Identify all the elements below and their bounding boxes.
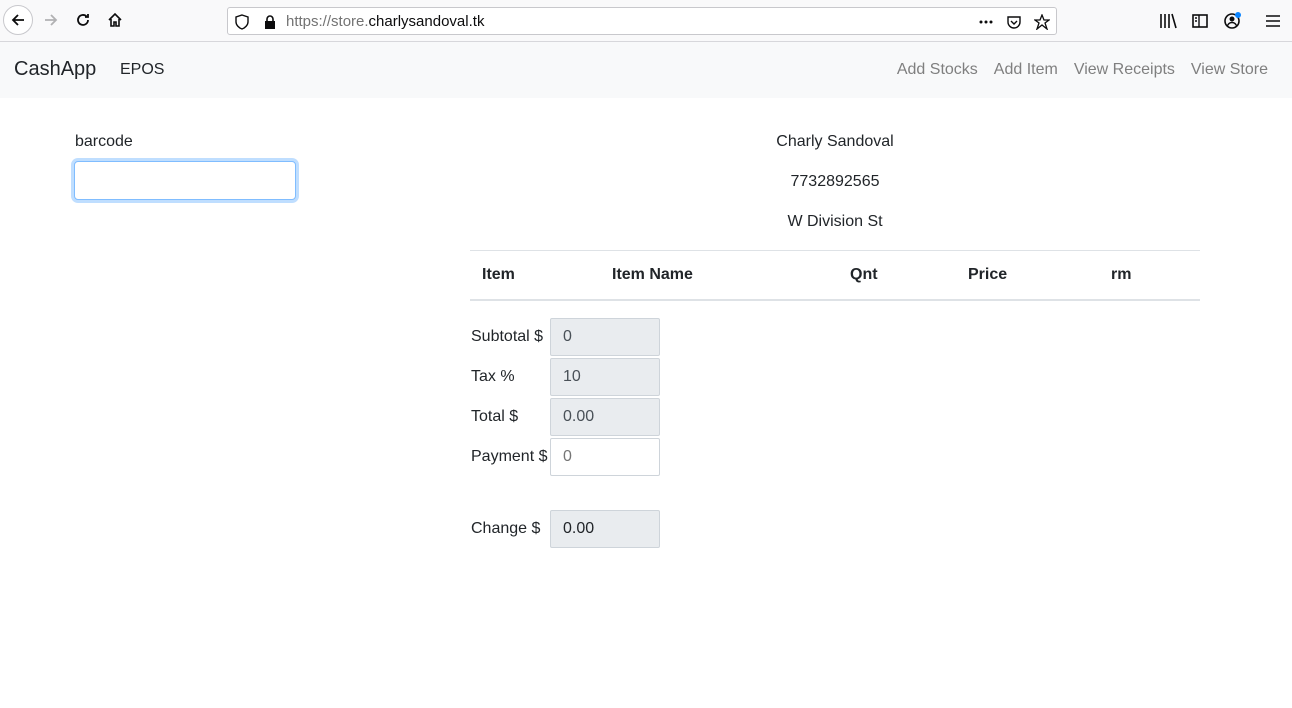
payment-label: Payment $: [471, 448, 548, 465]
app-navbar: CashApp EPOS Add Stocks Add Item View Re…: [0, 42, 1292, 98]
nav-epos[interactable]: EPOS: [120, 61, 164, 79]
account-icon[interactable]: [1222, 11, 1242, 31]
tax-row: Tax %: [471, 358, 660, 396]
lock-icon[interactable]: [262, 14, 278, 30]
reload-icon: [77, 14, 89, 26]
change-label: Change $: [471, 520, 541, 537]
table-header-row: Item Item Name Qnt Price rm: [470, 250, 1200, 301]
pocket-icon[interactable]: [1006, 14, 1022, 30]
sidebar-icon[interactable]: [1190, 11, 1210, 31]
brand-logo[interactable]: CashApp: [14, 58, 96, 81]
url-bar[interactable]: https://store.charlysandoval.tk: [227, 7, 1057, 35]
bookmark-star-icon[interactable]: [1034, 14, 1050, 30]
subtotal-row: Subtotal $: [471, 318, 660, 356]
menu-icon[interactable]: [1263, 11, 1283, 31]
subtotal-label: Subtotal $: [471, 328, 544, 345]
more-actions-icon[interactable]: [978, 14, 994, 30]
total-field: [550, 398, 660, 436]
url-text: https://store.charlysandoval.tk: [286, 13, 485, 30]
back-button[interactable]: [3, 5, 33, 35]
library-icon[interactable]: [1158, 11, 1178, 31]
browser-toolbar: https://store.charlysandoval.tk: [0, 0, 1292, 42]
barcode-input[interactable]: [74, 161, 296, 200]
forward-arrow-icon: [45, 14, 58, 26]
reload-button[interactable]: [68, 5, 98, 35]
change-row: Change $: [471, 510, 660, 548]
items-table: Item Item Name Qnt Price rm: [470, 250, 1200, 301]
store-address: W Division St: [787, 213, 883, 230]
nav-add-stocks[interactable]: Add Stocks: [897, 61, 978, 79]
store-phone: 7732892565: [790, 173, 880, 190]
nav-view-receipts[interactable]: View Receipts: [1074, 61, 1175, 79]
back-arrow-icon: [11, 14, 24, 26]
header-rm: rm: [1099, 250, 1200, 301]
payment-row: Payment $: [471, 438, 660, 476]
home-icon: [108, 12, 122, 27]
nav-links: Add Stocks Add Item View Receipts View S…: [897, 61, 1268, 79]
payment-input[interactable]: [550, 438, 660, 476]
header-item-name: Item Name: [600, 250, 838, 301]
shield-icon[interactable]: [234, 14, 250, 30]
header-item: Item: [470, 250, 600, 301]
tax-label: Tax %: [471, 368, 515, 385]
header-price: Price: [956, 250, 1099, 301]
forward-button[interactable]: [36, 5, 66, 35]
store-name: Charly Sandoval: [776, 133, 894, 150]
barcode-label: barcode: [75, 133, 133, 150]
subtotal-field: [550, 318, 660, 356]
nav-view-store[interactable]: View Store: [1191, 61, 1268, 79]
change-field: [550, 510, 660, 548]
home-button[interactable]: [100, 5, 130, 35]
nav-add-item[interactable]: Add Item: [994, 61, 1058, 79]
total-label: Total $: [471, 408, 519, 425]
header-qnt: Qnt: [838, 250, 956, 301]
tax-field: [550, 358, 660, 396]
total-row: Total $: [471, 398, 660, 436]
